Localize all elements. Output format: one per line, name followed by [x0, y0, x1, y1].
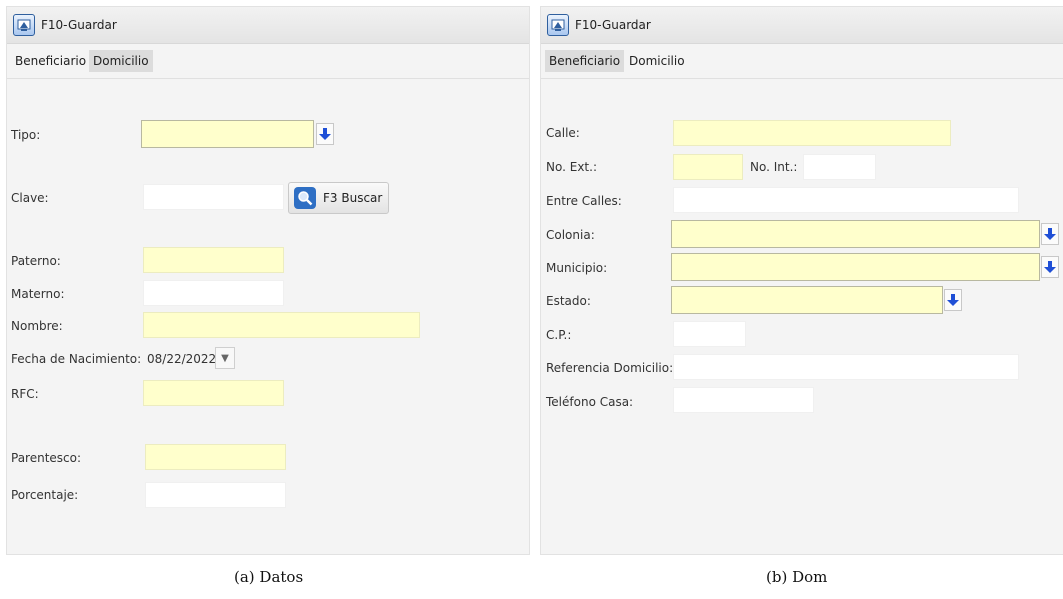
nombre-label: Nombre:: [11, 319, 63, 333]
colonia-select[interactable]: [671, 220, 1040, 248]
blue-down-arrow-icon: [1044, 228, 1056, 240]
blue-down-arrow-icon: [947, 294, 959, 306]
parentesco-input[interactable]: [145, 444, 286, 470]
estado-dropdown-button[interactable]: [944, 289, 962, 311]
save-button[interactable]: F10-Guardar: [547, 12, 651, 38]
municipio-label: Municipio:: [546, 261, 608, 275]
municipio-select[interactable]: [671, 253, 1040, 281]
no-int-input[interactable]: [803, 154, 876, 180]
save-window-icon: [13, 14, 35, 36]
referencia-domicilio-input[interactable]: [673, 354, 1019, 380]
porcentaje-label: Porcentaje:: [11, 488, 79, 502]
tipo-select[interactable]: [141, 120, 314, 148]
panel-datos: F10-Guardar Beneficiario Domicilio Tipo:…: [6, 6, 530, 555]
save-button[interactable]: F10-Guardar: [13, 12, 117, 38]
telefono-casa-input[interactable]: [673, 387, 814, 413]
porcentaje-input[interactable]: [145, 482, 286, 508]
tab-bar: Beneficiario Domicilio: [541, 44, 1063, 79]
fecha-nacimiento-input[interactable]: 08/22/2022: [147, 352, 216, 366]
date-picker-button[interactable]: ▼: [215, 347, 235, 369]
panel-domicilio: F10-Guardar Beneficiario Domicilio Calle…: [540, 6, 1063, 555]
paterno-label: Paterno:: [11, 254, 61, 268]
save-label: F10-Guardar: [575, 18, 651, 32]
paterno-input[interactable]: [143, 247, 284, 273]
nombre-input[interactable]: [143, 312, 420, 338]
buscar-button[interactable]: F3 Buscar: [288, 182, 389, 214]
clave-input[interactable]: [143, 184, 284, 210]
buscar-label: F3 Buscar: [323, 191, 383, 205]
materno-label: Materno:: [11, 287, 65, 301]
toolbar: F10-Guardar: [541, 7, 1063, 44]
blue-down-arrow-icon: [319, 128, 331, 140]
no-ext-label: No. Ext.:: [546, 160, 597, 174]
save-window-icon: [547, 14, 569, 36]
tab-beneficiario[interactable]: Beneficiario: [545, 50, 625, 72]
cp-input[interactable]: [673, 321, 746, 347]
parentesco-label: Parentesco:: [11, 451, 82, 465]
triangle-down-icon: ▼: [221, 352, 229, 364]
tipo-dropdown-button[interactable]: [316, 123, 334, 145]
municipio-dropdown-button[interactable]: [1041, 256, 1059, 278]
tab-domicilio[interactable]: Domicilio: [89, 50, 153, 72]
estado-label: Estado:: [546, 294, 591, 308]
colonia-label: Colonia:: [546, 228, 595, 242]
estado-select[interactable]: [671, 286, 943, 314]
clave-label: Clave:: [11, 191, 49, 205]
rfc-label: RFC:: [11, 387, 39, 401]
tab-bar: Beneficiario Domicilio: [7, 44, 529, 79]
entre-calles-input[interactable]: [673, 187, 1019, 213]
blue-down-arrow-icon: [1044, 261, 1056, 273]
entre-calles-label: Entre Calles:: [546, 194, 622, 208]
save-label: F10-Guardar: [41, 18, 117, 32]
no-ext-input[interactable]: [673, 154, 743, 180]
cp-label: C.P.:: [546, 328, 572, 342]
calle-input[interactable]: [673, 120, 951, 146]
fecha-nacimiento-label: Fecha de Nacimiento:: [11, 352, 142, 366]
telefono-casa-label: Teléfono Casa:: [546, 395, 634, 409]
caption-a: (a) Datos: [234, 568, 304, 586]
rfc-input[interactable]: [143, 380, 284, 406]
toolbar: F10-Guardar: [7, 7, 529, 44]
colonia-dropdown-button[interactable]: [1041, 223, 1059, 245]
no-int-label: No. Int.:: [750, 160, 798, 174]
tab-beneficiario[interactable]: Beneficiario: [11, 50, 91, 72]
magnifier-icon: [294, 187, 316, 209]
tipo-label: Tipo:: [11, 128, 41, 142]
caption-b: (b) Dom: [766, 568, 828, 586]
tab-domicilio[interactable]: Domicilio: [625, 50, 689, 72]
referencia-domicilio-label: Referencia Domicilio:: [546, 361, 674, 375]
materno-input[interactable]: [143, 280, 284, 306]
calle-label: Calle:: [546, 126, 580, 140]
